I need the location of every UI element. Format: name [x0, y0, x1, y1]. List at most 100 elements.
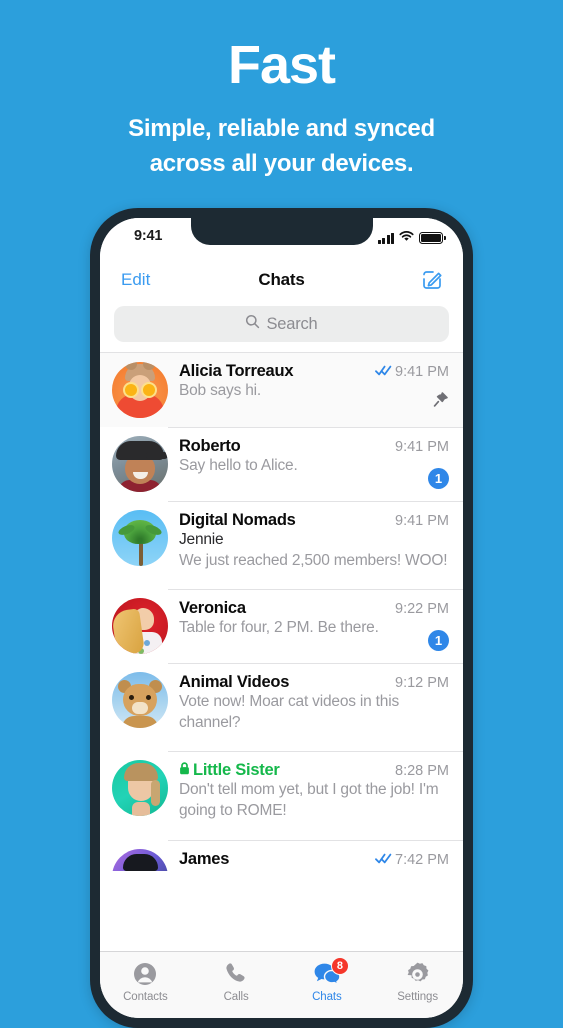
chat-preview: Say hello to Alice.	[179, 457, 298, 474]
chat-title-text: Animal Videos	[179, 673, 290, 692]
chat-meta: 9:22 PM	[389, 601, 449, 617]
nav-title: Chats	[258, 270, 305, 289]
chat-row-header: Little Sister 8:28 PM	[179, 761, 449, 780]
status-indicators	[377, 229, 446, 247]
chat-row-header: Veronica 9:22 PM	[179, 599, 449, 618]
chat-list-item[interactable]: Alicia Torreaux 9:41 PM Bob says hi.	[100, 353, 463, 427]
search-container: Search	[100, 302, 463, 352]
tab-chats[interactable]: 8 Chats	[282, 957, 373, 1018]
chat-title-text: Alicia Torreaux	[179, 362, 294, 380]
chat-bubbles-icon: 8	[282, 957, 373, 989]
chat-meta: 9:41 PM	[389, 439, 449, 455]
chat-title: Roberto	[179, 437, 241, 456]
chat-list[interactable]: Alicia Torreaux 9:41 PM Bob says hi. Robert…	[100, 352, 463, 871]
avatar	[112, 436, 168, 492]
avatar	[112, 848, 168, 871]
chat-row-header: James 7:42 PM	[179, 850, 449, 869]
tab-label: Contacts	[123, 991, 168, 1003]
chat-meta: 9:12 PM	[389, 675, 449, 691]
chat-list-item[interactable]: Roberto 9:41 PM Say hello to Alice. 1	[100, 427, 463, 501]
chat-meta: 9:41 PM	[369, 364, 449, 380]
search-input[interactable]: Search	[114, 306, 449, 342]
contacts-icon	[100, 959, 191, 989]
tab-bar[interactable]: Contacts Calls 8 Chats Settings	[100, 951, 463, 1018]
avatar	[112, 598, 168, 655]
chat-meta: 8:28 PM	[389, 763, 449, 779]
lock-icon	[179, 761, 190, 780]
chat-preview: Don't tell mom yet, but I got the job! I…	[179, 781, 439, 820]
chat-row-header: Alicia Torreaux 9:41 PM	[179, 362, 449, 381]
chat-row-header: Digital Nomads 9:41 PM	[179, 511, 449, 530]
chat-list-item[interactable]: James 7:42 PMCheck these out	[100, 839, 463, 871]
status-time: 9:41	[134, 228, 163, 244]
chat-title: Digital Nomads	[179, 511, 296, 530]
chat-list-item[interactable]: Veronica 9:22 PM Table for four, 2 PM. Be …	[100, 589, 463, 663]
chat-title-text: James	[179, 849, 230, 868]
chat-list-item[interactable]: Animal Videos 9:12 PM Vote now! Moar cat v…	[100, 663, 463, 751]
status-bar: 9:41	[100, 218, 463, 258]
chat-timestamp: 9:41 PM	[395, 439, 449, 455]
unread-badge: 1	[428, 468, 449, 489]
chat-title: Little Sister	[179, 761, 280, 780]
chat-preview: Vote now! Moar cat videos in this channe…	[179, 693, 399, 731]
avatar	[112, 760, 168, 817]
notch	[190, 218, 373, 245]
tab-label: Chats	[312, 991, 342, 1003]
compose-icon[interactable]	[421, 269, 443, 296]
edit-button[interactable]: Edit	[121, 270, 150, 290]
chat-row-body: Roberto 9:41 PM Say hello to Alice.	[168, 427, 463, 492]
tab-settings[interactable]: Settings	[372, 959, 463, 1018]
chat-title: Animal Videos	[179, 673, 289, 692]
phone-icon	[191, 959, 282, 989]
chat-sender: Jennie	[179, 531, 224, 548]
chat-list-item[interactable]: Little Sister 8:28 PM Don't tell mom yet, …	[100, 751, 463, 839]
avatar	[112, 362, 168, 418]
nav-bar: Edit Chats	[100, 258, 463, 302]
chat-row-header: Animal Videos 9:12 PM	[179, 673, 449, 692]
read-receipt-icon	[375, 852, 392, 868]
chat-title-text: Veronica	[179, 599, 246, 618]
chat-title-text: Digital Nomads	[179, 511, 296, 529]
chat-timestamp: 8:28 PM	[395, 763, 449, 780]
chat-list-item[interactable]: Digital Nomads 9:41 PM Jennie We just reach…	[100, 501, 463, 589]
chat-row-header: Roberto 9:41 PM	[179, 437, 449, 456]
chat-row-body: James 7:42 PMCheck these out	[168, 839, 463, 871]
chat-title: Veronica	[179, 599, 246, 618]
promo-subtitle: Simple, reliable and synced across all y…	[0, 112, 563, 182]
tab-contacts[interactable]: Contacts	[100, 959, 191, 1018]
avatar	[112, 510, 168, 566]
chat-timestamp: 7:42 PM	[395, 851, 449, 868]
chat-timestamp: 9:41 PM	[395, 513, 449, 529]
phone-screen: 9:41 Edit Chats Search Alicia Torreaux 9…	[100, 218, 463, 1018]
gear-icon	[372, 959, 463, 989]
chat-timestamp: 9:41 PM	[395, 364, 449, 380]
pin-icon	[433, 392, 448, 413]
chat-row-body: Alicia Torreaux 9:41 PM Bob says hi.	[168, 362, 463, 418]
page-title: Fast	[227, 35, 336, 95]
chat-row-body: Little Sister 8:28 PM Don't tell mom yet, …	[168, 751, 463, 830]
search-placeholder: Search	[266, 314, 318, 333]
chat-meta: 7:42 PM	[369, 852, 449, 868]
chat-title-text: Roberto	[179, 437, 241, 455]
promo-subtitle-line2: across all your devices.	[149, 149, 414, 177]
chat-title-text: Little Sister	[193, 761, 280, 780]
avatar	[112, 672, 168, 729]
chat-preview: Check these out	[179, 869, 449, 871]
signal-bars-icon	[377, 232, 394, 244]
chat-preview: Table for four, 2 PM. Be there.	[179, 619, 379, 637]
chat-preview: Bob says hi.	[179, 382, 262, 399]
tab-calls[interactable]: Calls	[191, 959, 282, 1018]
search-icon	[245, 314, 260, 334]
chat-row-body: Digital Nomads 9:41 PM Jennie We just reach…	[168, 501, 463, 580]
promo-subtitle-line1: Simple, reliable and synced	[128, 115, 435, 142]
tab-label: Settings	[397, 991, 438, 1003]
phone-frame: 9:41 Edit Chats Search Alicia Torreaux 9…	[90, 208, 473, 1028]
tab-label: Calls	[223, 991, 249, 1003]
chat-row-body: Veronica 9:22 PM Table for four, 2 PM. Be …	[168, 589, 463, 654]
chat-timestamp: 9:22 PM	[395, 601, 449, 618]
battery-icon	[419, 232, 446, 244]
chat-preview: We just reached 2,500 members! WOO!	[179, 551, 448, 569]
chat-timestamp: 9:12 PM	[395, 675, 449, 692]
chat-title: James	[179, 850, 229, 869]
promo-header: Fast Simple, reliable and synced across …	[0, 0, 563, 182]
